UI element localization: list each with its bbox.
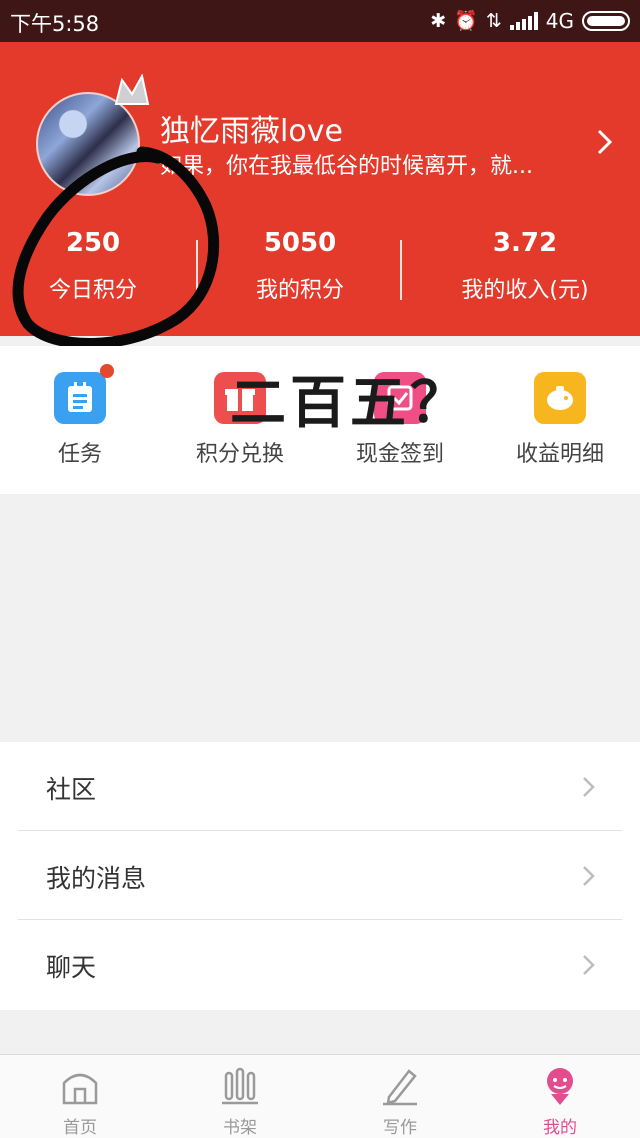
home-icon <box>62 1073 98 1105</box>
spacer <box>0 1010 640 1028</box>
piggy-bank-icon <box>534 372 586 424</box>
stat-value: 250 <box>65 228 121 258</box>
quick-item-task[interactable]: 任务 <box>0 364 160 468</box>
network-type: 4G <box>545 9 574 33</box>
quick-label: 积分兑换 <box>195 442 284 467</box>
stat-label: 今日积分 <box>48 278 137 303</box>
bookshelf-icon <box>222 1067 258 1105</box>
list-label: 我的消息 <box>46 864 147 893</box>
status-bar: 下午5:58 ✱ ⏰ ⇅ 4G <box>0 0 640 42</box>
quick-label: 现金签到 <box>355 442 444 467</box>
stat-value: 3.72 <box>492 228 558 258</box>
signal-icon <box>509 12 538 30</box>
quick-item-earnings-detail[interactable]: 收益明细 <box>480 372 640 468</box>
battery-icon <box>582 11 630 31</box>
tab-label: 书架 <box>223 1118 257 1138</box>
profile-header[interactable]: 独忆雨薇love 如果，你在我最低谷的时候离开，就... 250 今日积分 50… <box>0 42 640 336</box>
tab-write[interactable]: 写作 <box>320 1065 480 1138</box>
chevron-right-icon <box>583 777 595 797</box>
quick-label: 任务 <box>57 442 102 467</box>
tab-label: 写作 <box>383 1118 417 1138</box>
data-icon: ⇅ <box>485 9 502 32</box>
pencil-icon <box>383 1069 417 1106</box>
notification-dot <box>100 364 114 378</box>
bottom-tab-bar: 首页 书架 写作 我的 <box>0 1054 640 1138</box>
stat-value: 5050 <box>263 228 337 258</box>
list-label: 聊天 <box>46 953 97 982</box>
tab-label: 首页 <box>63 1118 97 1138</box>
bluetooth-icon: ✱ <box>430 9 447 32</box>
stat-label: 我的收入(元) <box>461 278 589 303</box>
status-time: 下午5:58 <box>10 12 100 36</box>
tab-bookshelf[interactable]: 书架 <box>160 1065 320 1138</box>
profile-icon <box>547 1068 573 1105</box>
tab-home[interactable]: 首页 <box>0 1065 160 1138</box>
chevron-right-icon <box>583 866 595 886</box>
list-item-chat[interactable]: 聊天 <box>18 920 622 1009</box>
divider <box>400 240 402 300</box>
stat-my-points[interactable]: 5050 我的积分 <box>220 228 380 304</box>
handwritten-annotation: 二百五？ <box>230 370 470 436</box>
stats-row: 250 今日积分 5050 我的积分 3.72 我的收入(元) <box>0 228 640 312</box>
divider <box>196 240 198 300</box>
user-bio: 如果，你在我最低谷的时候离开，就... <box>160 154 533 179</box>
chevron-right-icon[interactable] <box>596 128 614 156</box>
username: 独忆雨薇love <box>160 114 343 149</box>
stat-my-income[interactable]: 3.72 我的收入(元) <box>440 228 610 304</box>
chevron-right-icon <box>583 955 595 975</box>
tab-label: 我的 <box>543 1118 577 1138</box>
settings-list: 社区 我的消息 聊天 <box>0 742 640 1010</box>
status-icons: ✱ ⏰ ⇅ 4G <box>430 7 630 35</box>
tab-me[interactable]: 我的 <box>480 1065 640 1138</box>
list-item-community[interactable]: 社区 <box>18 742 622 831</box>
alarm-icon: ⏰ <box>454 9 478 32</box>
quick-label: 收益明细 <box>515 442 604 467</box>
task-icon <box>54 364 114 424</box>
stat-label: 我的积分 <box>255 278 344 303</box>
list-label: 社区 <box>46 775 97 804</box>
list-item-my-messages[interactable]: 我的消息 <box>18 831 622 920</box>
stat-today-points[interactable]: 250 今日积分 <box>20 228 166 304</box>
crown-icon <box>114 74 150 105</box>
